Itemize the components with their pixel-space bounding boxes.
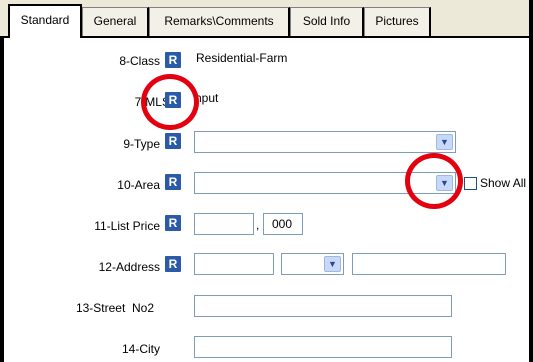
city-input[interactable] [194,336,452,358]
list-price-separator: , [256,218,260,232]
list-price-suffix: 000 [272,217,293,231]
chevron-down-icon[interactable]: ▼ [436,134,453,150]
area-required-icon[interactable]: R [165,174,181,190]
tab-general[interactable]: General [82,7,149,36]
class-required-icon[interactable]: R [165,52,181,68]
list-price-label: 11-List Price [94,219,160,233]
type-label: 9-Type [123,137,160,151]
highlight-circle-area-dropdown [405,153,463,209]
show-all-label: Show All [480,176,527,190]
tab-remarks-comments[interactable]: Remarks\Comments [149,7,290,36]
show-all-checkbox[interactable] [464,177,477,190]
tab-sold-info[interactable]: Sold Info [290,7,364,36]
list-price-thousands: 000 [263,213,303,235]
class-label: 8-Class [119,54,160,68]
type-required-icon[interactable]: R [165,133,181,149]
list-price-input[interactable] [194,213,254,235]
class-value: Residential-Farm [196,51,288,65]
tab-bar: Standard General Remarks\Comments Sold I… [0,0,533,38]
type-select[interactable]: ▼ [194,131,456,153]
panel-left-border [0,36,4,362]
panel-right-border [529,0,533,362]
tab-standard[interactable]: Standard [8,4,82,38]
address-direction-select[interactable]: ▼ [281,253,344,275]
city-label: 14-City [121,342,160,356]
list-price-required-icon[interactable]: R [165,215,181,231]
listing-form: Standard General Remarks\Comments Sold I… [0,0,533,362]
address-number-input[interactable] [194,253,274,275]
area-label: 10-Area [117,178,160,192]
chevron-down-icon[interactable]: ▼ [324,256,341,272]
street-no2-label: 13-Street No2 [75,301,154,315]
address-label: 12-Address [98,260,160,274]
address-required-icon[interactable]: R [165,256,181,272]
street-no2-input[interactable] [194,295,452,317]
address-street-input[interactable] [352,253,506,275]
tab-pictures[interactable]: Pictures [364,7,431,36]
highlight-circle-mls [141,74,199,130]
